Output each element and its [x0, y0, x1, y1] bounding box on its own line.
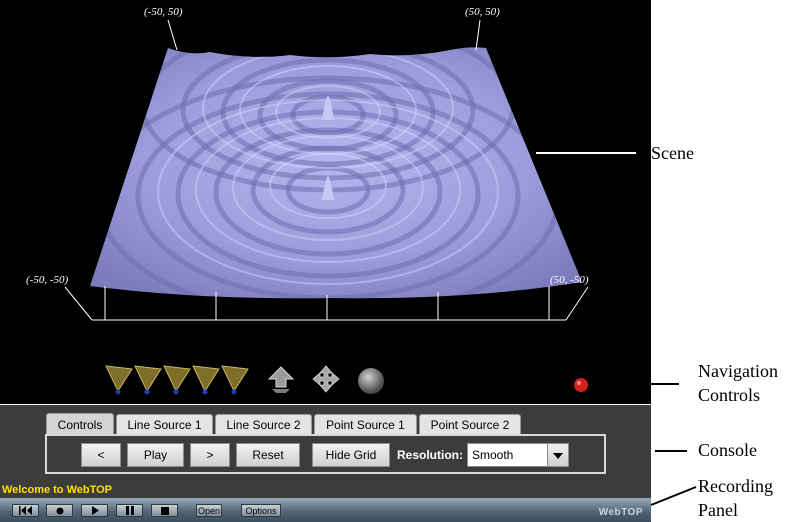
camera-view-icon[interactable] [191, 363, 221, 395]
play-icon [91, 506, 99, 515]
navigation-annotation-line2: Controls [698, 385, 761, 405]
tab-line-source-1[interactable]: Line Source 1 [116, 414, 213, 434]
record-button[interactable] [46, 504, 73, 517]
tab-point-source-1[interactable]: Point Source 1 [314, 414, 417, 434]
camera-view-icon[interactable] [220, 363, 250, 395]
recording-annotation-line1: Recording [698, 476, 773, 496]
tab-point-source-2[interactable]: Point Source 2 [419, 414, 521, 434]
scene-viewport[interactable]: (-50, 50) (50, 50) (-50, -50) (50, -50) [0, 0, 651, 404]
red-dot-icon[interactable] [573, 377, 589, 393]
tab-controls[interactable]: Controls [46, 413, 114, 435]
pause-button[interactable] [116, 504, 143, 517]
controls-panel: < Play > Reset Hide Grid Resolution: Smo… [45, 434, 606, 474]
stop-button[interactable] [151, 504, 178, 517]
resolution-label: Resolution: [397, 448, 463, 462]
wave-surface[interactable] [0, 0, 651, 404]
scene-annotation: Scene [651, 143, 694, 163]
pause-icon [125, 506, 134, 515]
tab-line-source-2[interactable]: Line Source 2 [215, 414, 312, 434]
status-message: Welcome to WebTOP [2, 484, 113, 496]
pan-up-down-icon[interactable] [266, 363, 296, 395]
record-icon [56, 507, 63, 514]
reset-button[interactable]: Reset [236, 443, 300, 467]
sphere-examine-icon[interactable] [356, 363, 386, 395]
webtop-logo: WebTOP [598, 507, 643, 518]
camera-view-icon[interactable] [104, 363, 134, 395]
recording-panel: Open Options WebTOP [0, 498, 651, 522]
console-pointer-line [655, 450, 687, 452]
chevron-down-icon [553, 453, 563, 459]
rewind-button[interactable] [12, 504, 39, 517]
resolution-value: Smooth [472, 448, 514, 462]
console-annotation: Console [698, 440, 758, 460]
recording-annotation-line2: Panel [698, 500, 738, 520]
console-panel: Controls Line Source 1 Line Source 2 Poi… [0, 405, 651, 498]
corner-label-top-left: (-50, 50) [144, 6, 183, 18]
corner-label-top-right: (50, 50) [465, 6, 500, 18]
step-forward-button[interactable]: > [190, 443, 230, 467]
step-back-button[interactable]: < [81, 443, 121, 467]
navigation-annotation-line1: Navigation [698, 361, 778, 381]
play-button[interactable]: Play [127, 443, 184, 467]
move-arrows-icon[interactable] [311, 363, 341, 395]
resolution-select[interactable]: Smooth [467, 443, 569, 467]
corner-label-bottom-left: (-50, -50) [26, 274, 69, 286]
camera-view-icon[interactable] [133, 363, 163, 395]
recording-pointer-line [650, 486, 697, 506]
rewind-icon [18, 506, 32, 515]
corner-label-bottom-right: (50, -50) [550, 274, 589, 286]
navigation-pointer-line [597, 383, 679, 385]
options-button[interactable]: Options [241, 504, 281, 517]
scene-pointer-line [536, 152, 636, 154]
hide-grid-button[interactable]: Hide Grid [312, 443, 390, 467]
stop-icon [160, 506, 169, 515]
open-button[interactable]: Open [196, 504, 222, 517]
dropdown-button[interactable] [547, 444, 568, 466]
camera-view-icon[interactable] [162, 363, 192, 395]
playback-button[interactable] [81, 504, 108, 517]
